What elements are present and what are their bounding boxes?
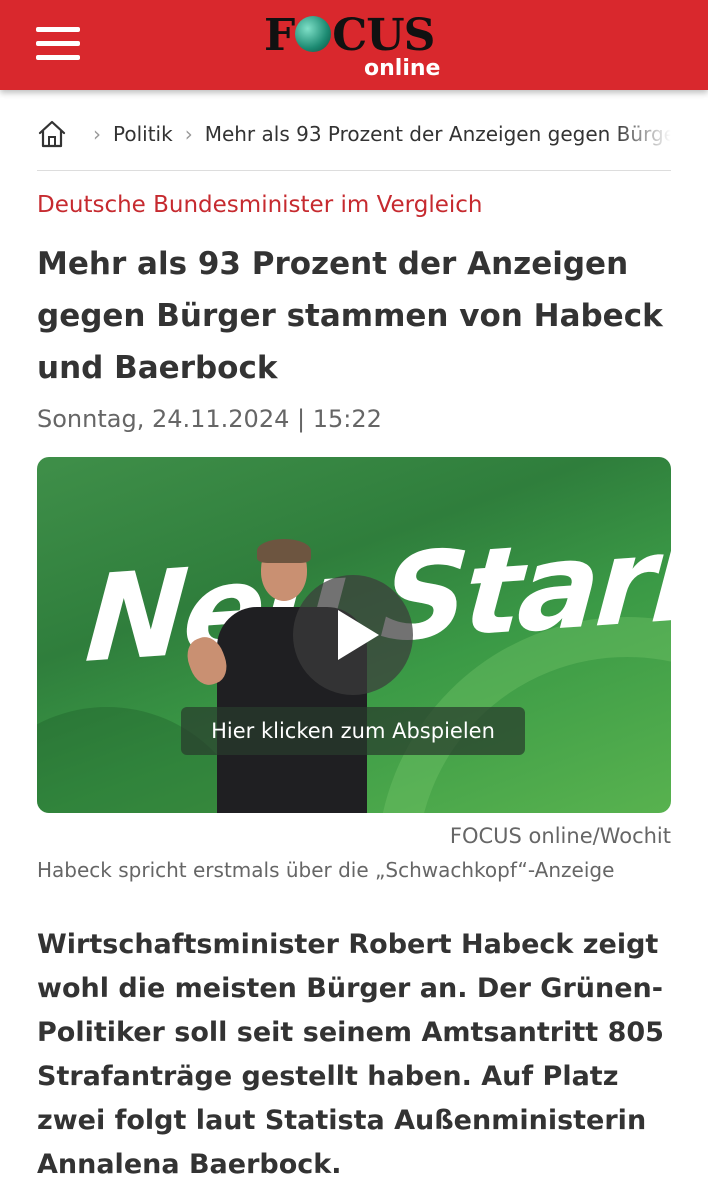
image-credit: FOCUS online/Wochit [449, 824, 671, 848]
breadcrumb-item-politik[interactable]: Politik [113, 122, 173, 146]
home-icon[interactable] [37, 119, 67, 149]
logo-wordmark: F CUS [264, 10, 435, 62]
article-lead: Wirtschaftsminister Robert Habeck zeigt … [37, 929, 664, 1180]
globe-icon [295, 16, 332, 52]
breadcrumb-item-current[interactable]: Mehr als 93 Prozent der Anzeigen gegen B… [205, 122, 671, 146]
site-header: F CUS online [0, 0, 708, 90]
video-caption: Habeck spricht erstmals über die „Schwac… [37, 858, 615, 882]
article-headline: Mehr als 93 Prozent der Anzeigen gegen B… [37, 246, 663, 386]
chevron-right-icon: › [93, 122, 101, 146]
speaker-hair [257, 539, 311, 563]
logo-letters-right: CUS [332, 10, 435, 61]
chevron-right-icon: › [184, 122, 193, 146]
hamburger-menu-icon[interactable] [36, 25, 82, 63]
logo-subtitle: online [364, 56, 441, 81]
breadcrumb-divider [37, 170, 671, 171]
play-label[interactable]: Hier klicken zum Abspielen [181, 707, 525, 755]
focus-online-logo[interactable]: F CUS online [264, 10, 454, 85]
article-kicker: Deutsche Bundesminister im Vergleich [37, 192, 483, 218]
breadcrumb: › Politik › Mehr als 93 Prozent der Anze… [37, 112, 671, 156]
logo-letters-left: F [264, 10, 295, 61]
play-icon[interactable] [293, 575, 413, 695]
video-player[interactable]: Neu Stark! Hier klicken zum Abspielen [37, 457, 671, 813]
article-dateline: Sonntag, 24.11.2024 | 15:22 [37, 405, 382, 433]
